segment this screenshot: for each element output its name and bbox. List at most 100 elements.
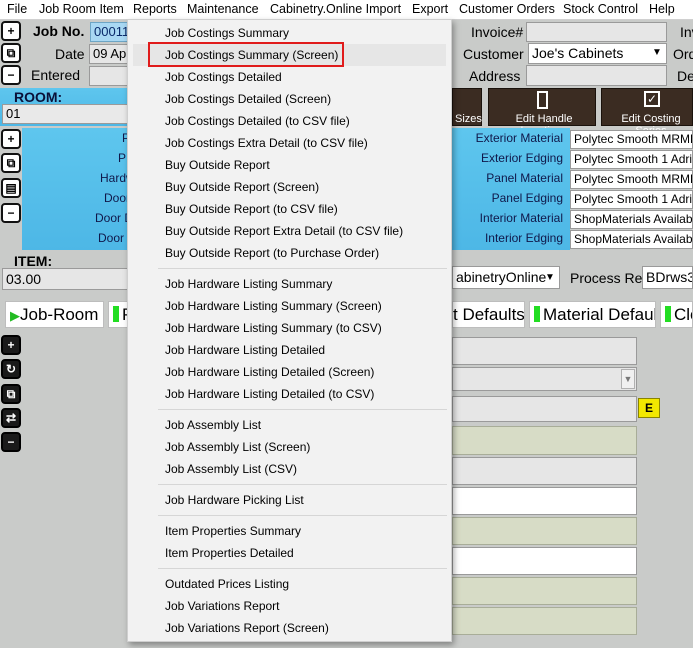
item-property-field[interactable] [452,337,637,365]
menu-item[interactable]: Job Variations Report (Screen) [165,621,329,635]
menu-item[interactable]: Buy Outside Report Extra Detail (to CSV … [165,224,403,238]
edit-e-button[interactable]: E [638,398,660,418]
menu-item[interactable]: Job Hardware Listing Summary [165,277,332,291]
remove-item-icon[interactable]: − [1,432,21,452]
item-property-field[interactable] [452,607,637,635]
menu-item[interactable]: Buy Outside Report (to CSV file) [165,202,338,216]
entered-field[interactable] [89,66,129,86]
stack-room-icon[interactable]: ▤ [1,178,21,198]
tab-defaults[interactable]: t Defaults [452,301,525,328]
item-property-field[interactable] [452,547,637,575]
tab-material-defaults[interactable]: Material Defaults [529,301,656,328]
menu-export[interactable]: Export [412,2,448,16]
tab-cle[interactable]: Cle [660,301,693,328]
menu-item[interactable]: Job Hardware Picking List [165,493,304,507]
item-source-select[interactable]: abinetryOnline [452,266,560,289]
menu-item[interactable]: Job Hardware Listing Detailed (to CSV) [165,387,374,401]
exterior-material-label: Exterior Material [475,131,563,145]
interior-material-field[interactable]: ShopMaterials Available H [570,210,693,229]
tab-job-room[interactable]: ▶Job-Room [5,301,104,328]
job-no-field[interactable]: 00011 [90,22,130,42]
item-field[interactable]: 03.00 [2,268,128,290]
menu-customer-orders[interactable]: Customer Orders [459,2,555,16]
chevron-down-icon[interactable]: ▼ [545,272,555,283]
menu-item[interactable]: Job Costings Summary (Screen) [165,48,338,62]
menu-help[interactable]: Help [649,2,675,16]
menu-item[interactable]: Outdated Prices Listing [165,577,289,591]
checkbox-icon: ✓ [644,91,660,107]
panel-material-label: Panel Material [486,171,563,185]
item-property-field[interactable] [452,396,637,422]
room-field[interactable]: 01 [2,104,128,124]
edit-costing-series-button[interactable]: ✓ Edit Costing Series [601,88,693,137]
menu-item[interactable]: Job Variations Report [165,599,280,613]
chevron-down-icon[interactable]: ▼ [621,369,635,389]
menu-item[interactable]: Buy Outside Report (to Purchase Order) [165,246,379,260]
panel-edging-field[interactable]: Polytec Smooth 1 Adriatic [570,190,693,209]
interior-edging-field[interactable]: ShopMaterials Available 1 [570,230,693,249]
customer-select[interactable]: Joe's Cabinets [528,43,667,64]
copy-job-icon[interactable]: ⧉ [1,43,21,63]
chevron-down-icon[interactable]: ▼ [652,47,662,58]
invoice-label: Invoice# [471,24,524,40]
panel-material-field[interactable]: Polytec Smooth MRMDF [570,170,693,189]
menu-item[interactable]: Item Properties Summary [165,524,301,538]
remove-job-icon[interactable]: − [1,65,21,85]
invoice-field[interactable] [526,22,667,42]
menu-item[interactable]: Job Costings Detailed (to CSV file) [165,114,350,128]
menu-file[interactable]: File [7,2,27,16]
address-field[interactable] [526,65,667,86]
menu-item[interactable]: Job Hardware Listing Summary (to CSV) [165,321,382,335]
menu-item[interactable]: Job Costings Summary [165,26,289,40]
tab-cle-label: Cle [674,305,692,324]
item-property-field[interactable] [452,426,637,455]
edit-handle-locations-button[interactable]: Edit Handle Locations [488,88,596,137]
door-handle-icon [537,91,548,109]
room-side-label: P [118,151,127,165]
copy-room-icon[interactable]: ⧉ [1,153,21,173]
item-property-field[interactable] [452,487,637,515]
green-marker-icon [665,306,671,322]
menu-item[interactable]: Job Costings Extra Detail (to CSV file) [165,136,368,150]
green-marker-icon [113,306,119,322]
panel-edging-label: Panel Edging [491,191,563,205]
menu-item[interactable]: Buy Outside Report (Screen) [165,180,319,194]
item-property-field[interactable] [452,457,637,485]
add-item-icon[interactable]: + [1,335,21,355]
rotate-item-icon[interactable]: ↻ [1,359,21,379]
add-job-icon[interactable]: + [1,21,21,41]
menu-cabinetry-online-import[interactable]: Cabinetry.Online Import [270,2,401,16]
item-property-field[interactable] [452,577,637,605]
add-room-icon[interactable]: + [1,129,21,149]
copy-item-icon[interactable]: ⧉ [1,384,21,404]
sizes-button[interactable]: Sizes [452,88,482,126]
item-property-select[interactable] [452,367,637,391]
menu-item[interactable]: Job Assembly List [165,418,261,432]
menu-item[interactable]: Job Hardware Listing Detailed [165,343,325,357]
date-field[interactable]: 09 April [89,44,129,64]
menu-item[interactable]: Job Hardware Listing Detailed (Screen) [165,365,374,379]
order-label-cut: Ord [673,46,693,62]
exterior-material-field[interactable]: Polytec Smooth MRMDF [570,130,693,149]
menu-job-room-item[interactable]: Job Room Item [39,2,124,16]
tab-defaults-label: t Defaults [453,305,525,324]
process-ref-field[interactable]: BDrws3 [642,266,693,289]
customer-label: Customer [463,46,524,62]
menu-item[interactable]: Job Costings Detailed [165,70,282,84]
inv-label-cut: Inv [680,24,693,40]
menu-item[interactable]: Buy Outside Report [165,158,270,172]
item-label: ITEM: [14,253,53,269]
swap-item-icon[interactable]: ⇄ [1,408,21,428]
item-property-field[interactable] [452,517,637,545]
menu-separator [158,515,447,516]
menu-item[interactable]: Job Assembly List (CSV) [165,462,297,476]
menu-item[interactable]: Job Assembly List (Screen) [165,440,310,454]
menu-item[interactable]: Job Hardware Listing Summary (Screen) [165,299,382,313]
menu-item[interactable]: Job Costings Detailed (Screen) [165,92,331,106]
remove-room-icon[interactable]: − [1,203,21,223]
menu-stock-control[interactable]: Stock Control [563,2,638,16]
menu-reports[interactable]: Reports [133,2,177,16]
menu-maintenance[interactable]: Maintenance [187,2,259,16]
exterior-edging-field[interactable]: Polytec Smooth 1 Adriatic [570,150,693,169]
menu-item[interactable]: Item Properties Detailed [165,546,294,560]
